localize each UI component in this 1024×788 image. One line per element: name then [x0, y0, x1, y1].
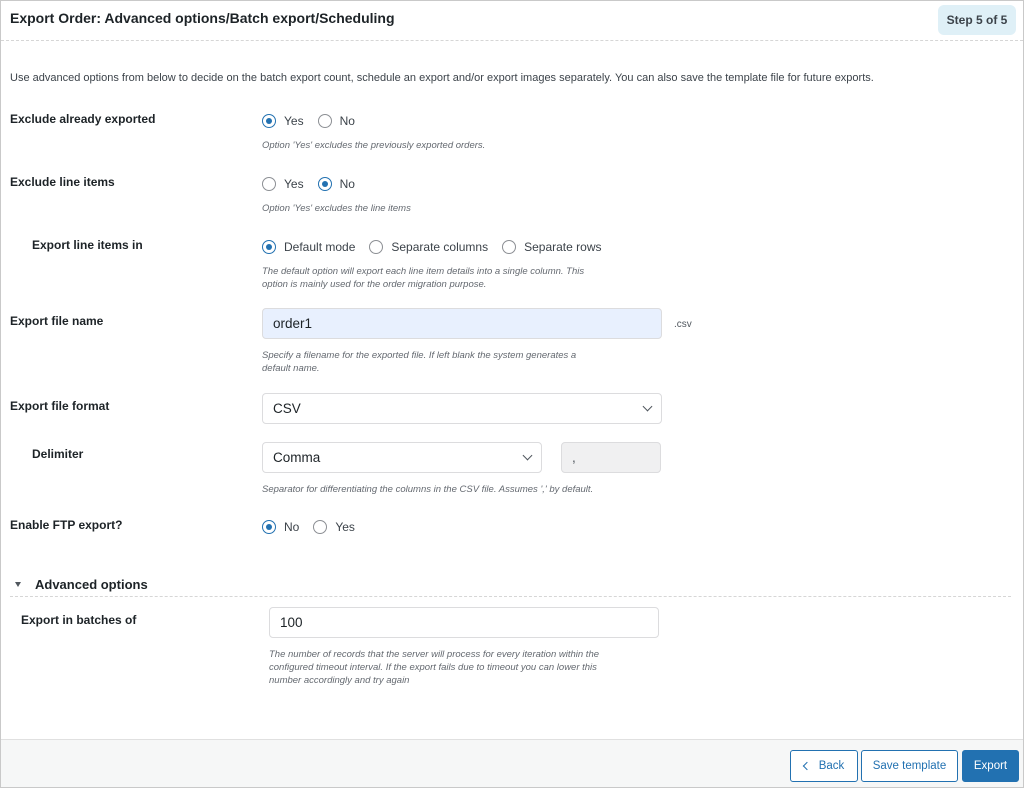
step-badge: Step 5 of 5 [938, 5, 1016, 35]
radio-label: Default mode [284, 240, 356, 254]
ftp-export-yes[interactable]: Yes [313, 520, 355, 534]
delimiter-char-input[interactable]: , [561, 442, 661, 473]
help-line: configured timeout interval. If the expo… [269, 662, 597, 673]
exclude-line-items-no[interactable]: No [317, 177, 355, 191]
exclude-line-items-label: Exclude line items [10, 175, 115, 189]
page-title: Export Order: Advanced options/Batch exp… [10, 10, 395, 26]
export-wizard-panel: Export Order: Advanced options/Batch exp… [0, 0, 1024, 788]
save-template-button[interactable]: Save template [861, 750, 958, 782]
line-items-default-mode[interactable]: Default mode [262, 240, 355, 254]
file-extension-label: .csv [674, 319, 692, 330]
radio-label: No [339, 114, 355, 128]
radio-label: Yes [284, 177, 304, 191]
radio-unchecked-icon[interactable] [502, 240, 517, 254]
radio-checked-icon[interactable] [262, 114, 276, 128]
ftp-export-label: Enable FTP export? [10, 518, 123, 532]
advanced-options-title: Advanced options [35, 576, 148, 592]
footer-actions: Back Save template Export [1, 739, 1023, 787]
exclude-exported-label: Exclude already exported [10, 112, 156, 126]
export-batch-help: The number of records that the server wi… [269, 648, 599, 687]
radio-checked-icon[interactable] [262, 520, 276, 534]
radio-label: Yes [335, 520, 355, 534]
export-file-name-label: Export file name [10, 314, 104, 328]
chevron-left-icon [802, 761, 811, 771]
caret-down-icon [15, 581, 21, 587]
intro-text: Use advanced options from below to decid… [10, 72, 874, 84]
panel-header: Export Order: Advanced options/Batch exp… [1, 1, 1023, 41]
radio-label: Yes [284, 114, 304, 128]
export-file-format-select[interactable]: CSV [262, 393, 662, 424]
radio-unchecked-icon[interactable] [262, 177, 276, 191]
help-line: The default option will export each line… [262, 266, 585, 277]
delimiter-label: Delimiter [32, 447, 84, 461]
export-line-items-in-help: The default option will export each line… [262, 265, 584, 291]
radio-label: Separate rows [524, 240, 602, 254]
radio-unchecked-icon[interactable] [317, 114, 332, 128]
radio-label: No [284, 520, 300, 534]
export-file-format-label: Export file format [10, 399, 110, 413]
back-button[interactable]: Back [790, 750, 858, 782]
exclude-exported-yes[interactable]: Yes [262, 114, 304, 128]
help-line: number accordingly and try again [269, 675, 410, 686]
line-items-separate-columns[interactable]: Separate columns [369, 240, 488, 254]
export-file-name-input[interactable]: order1 [262, 308, 662, 339]
delimiter-help: Separator for differentiating the column… [262, 484, 594, 495]
help-line: default name. [262, 363, 320, 374]
ftp-export-no[interactable]: No [262, 520, 299, 534]
back-button-label: Back [818, 760, 845, 772]
export-button[interactable]: Export [962, 750, 1019, 782]
line-items-separate-rows[interactable]: Separate rows [502, 240, 601, 254]
exclude-line-items-yes[interactable]: Yes [262, 177, 304, 191]
advanced-options-toggle[interactable]: Advanced options [10, 572, 1011, 597]
radio-unchecked-icon[interactable] [369, 240, 384, 254]
exclude-line-items-radio-group: Yes No [262, 177, 369, 191]
export-batch-label: Export in batches of [21, 613, 137, 627]
delimiter-select[interactable]: Comma [262, 442, 542, 473]
select-value: Comma [273, 450, 321, 465]
export-file-name-help: Specify a filename for the exported file… [262, 349, 576, 375]
help-line: Specify a filename for the exported file… [262, 350, 577, 361]
export-line-items-in-label: Export line items in [32, 238, 143, 252]
select-value: CSV [273, 401, 301, 416]
radio-label: No [339, 177, 355, 191]
radio-label: Separate columns [391, 240, 489, 254]
exclude-exported-no[interactable]: No [317, 114, 355, 128]
radio-unchecked-icon[interactable] [313, 520, 328, 534]
radio-checked-icon[interactable] [317, 177, 332, 191]
radio-checked-icon[interactable] [262, 240, 276, 254]
export-line-items-in-radio-group: Default mode Separate columns Separate r… [262, 240, 615, 254]
chevron-down-icon [642, 401, 653, 412]
chevron-down-icon [522, 450, 533, 461]
exclude-line-items-help: Option 'Yes' excludes the line items [262, 203, 411, 214]
help-line: The number of records that the server wi… [269, 649, 600, 660]
help-line: option is mainly used for the order migr… [262, 279, 487, 290]
ftp-export-radio-group: No Yes [262, 520, 369, 534]
exclude-exported-radio-group: Yes No [262, 114, 369, 128]
export-batch-input[interactable]: 100 [269, 607, 659, 638]
exclude-exported-help: Option 'Yes' excludes the previously exp… [262, 140, 486, 151]
